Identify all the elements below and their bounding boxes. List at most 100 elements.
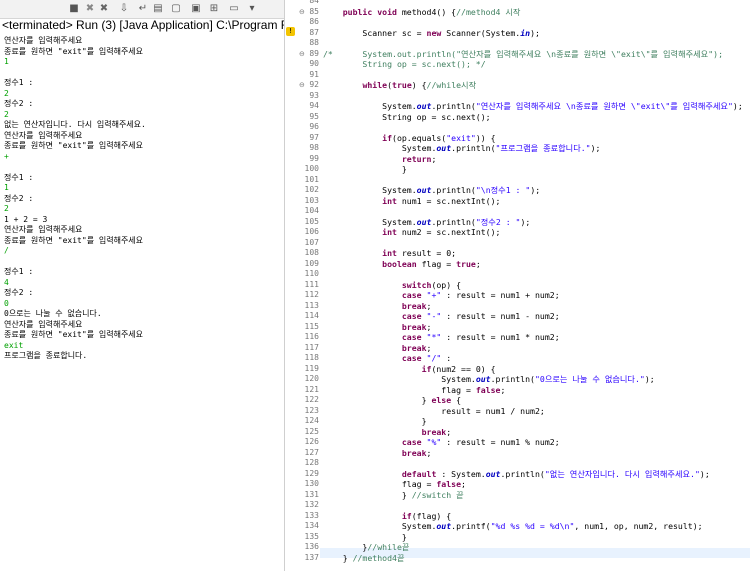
code-line[interactable]: case "+" : result = num1 + num2; <box>323 290 560 301</box>
code-line[interactable]: case "/" : <box>323 353 451 364</box>
line-number: 99 <box>309 153 319 163</box>
code-line[interactable]: Scanner sc = new Scanner(System.in); <box>323 28 540 39</box>
code-line[interactable]: break; <box>323 426 452 438</box>
code-token: System. <box>323 185 417 195</box>
code-line[interactable]: flag = false; <box>323 479 466 490</box>
code-line[interactable]: } <box>323 532 407 543</box>
code-token: : System. <box>436 468 486 479</box>
console-status: <terminated> Run (3) [Java Application] … <box>2 18 284 32</box>
code-line[interactable]: } //switch 끝 <box>323 490 464 501</box>
code-token: flag = <box>416 258 457 269</box>
console-output-line: 연산자를 입력해주세요 <box>4 225 83 234</box>
remove-all-icon[interactable]: ✖ <box>98 3 110 15</box>
code-token: "\n정수1 : " <box>475 185 531 195</box>
code-line[interactable]: default : System.out.println("없는 연산자입니다.… <box>323 469 710 480</box>
code-line[interactable]: int result = 0; <box>323 248 456 259</box>
code-token: flag = <box>323 384 476 395</box>
code-line[interactable]: result = num1 / num2; <box>323 406 545 417</box>
code-line[interactable]: return; <box>323 154 437 165</box>
display-selected-icon[interactable]: ▭ <box>228 3 240 15</box>
line-number: 136 <box>304 542 319 551</box>
code-line[interactable]: int num1 = sc.nextInt(); <box>323 196 500 207</box>
fold-toggle-icon[interactable]: ⊖ <box>299 8 305 16</box>
line-number: 97 <box>309 132 319 142</box>
code-token: ; <box>475 258 481 269</box>
stop-icon[interactable]: ■ <box>68 3 80 15</box>
show-console-icon[interactable]: ▢ <box>170 3 182 15</box>
remove-launch-icon[interactable]: ✖ <box>84 3 96 15</box>
code-line[interactable]: } else { <box>323 395 461 406</box>
line-number: 101 <box>304 174 319 184</box>
pin-icon[interactable]: ⊞ <box>208 3 220 15</box>
code-line[interactable]: case "%" : result = num1 % num2; <box>323 437 560 448</box>
console-toolbar: ■ ✖ ✖ ⇩ ↵ ▤ ▢ ▣ ⊞ ▭ ▾ <box>0 0 284 19</box>
code-token: else <box>431 395 452 405</box>
code-line[interactable]: break; <box>323 343 432 354</box>
code-line[interactable]: } //method4끝 <box>323 552 405 564</box>
code-line[interactable]: case "-" : result = num1 - num2; <box>323 311 560 322</box>
line-number: 100 <box>304 164 319 173</box>
code-line[interactable]: String op = sc.next(); <box>323 112 490 123</box>
code-line[interactable]: break; <box>323 447 432 459</box>
console-output-line: 정수1 : <box>4 78 34 87</box>
code-line[interactable]: } <box>323 416 427 427</box>
code-token: new <box>426 27 442 38</box>
code-line[interactable]: System.out.println("프로그램을 종료합니다."); <box>323 143 601 154</box>
console-output[interactable]: 연산자를 입력해주세요 종료를 원하면 "exit"를 입력해주세요 1 정수1 :2… <box>4 36 282 362</box>
code-token: } <box>323 552 353 563</box>
console-input-line: exit <box>4 340 24 350</box>
code-token: ; <box>446 426 452 437</box>
code-line[interactable]: boolean flag = true; <box>323 259 481 270</box>
line-number: 133 <box>304 510 319 520</box>
clear-console-icon[interactable]: ▤ <box>152 3 164 15</box>
code-token: : result = num1 * num2; <box>441 332 560 342</box>
code-line[interactable]: public void method4() {//method4 시작 <box>323 7 521 18</box>
code-token: "없는 연산자입니다. 다시 입력해주세요." <box>544 468 700 479</box>
code-line[interactable]: break; <box>323 301 432 312</box>
code-line[interactable]: } <box>323 164 407 175</box>
code-token: break <box>401 447 427 458</box>
code-token: false <box>436 479 462 489</box>
code-token: //method4끝 <box>352 552 405 563</box>
code-line[interactable]: while(true) {//while시작 <box>323 80 476 91</box>
scroll-lock-icon[interactable]: ⇩ <box>118 3 130 15</box>
warning-icon[interactable]: ! <box>286 27 295 36</box>
open-console-icon[interactable]: ▣ <box>190 3 202 15</box>
code-line[interactable]: System.out.printf("%d %s %d = %d\n", num… <box>323 521 703 532</box>
code-line[interactable]: flag = false; <box>323 385 505 396</box>
code-line[interactable]: String op = sc.next(); */ <box>323 59 485 70</box>
code-token: ); <box>530 185 541 195</box>
code-token: false <box>475 384 501 395</box>
console-output-line: 연산자를 입력해주세요 <box>4 319 83 329</box>
code-line[interactable]: break; <box>323 321 432 333</box>
menu-dropdown-icon[interactable]: ▾ <box>246 3 258 15</box>
code-line[interactable]: if(num2 == 0) { <box>323 364 496 375</box>
code-line[interactable]: System.out.println("연산자를 입력해주세요 \n종료를 원하… <box>323 101 743 112</box>
code-line[interactable]: int num2 = sc.nextInt(); <box>323 227 500 238</box>
line-number: 93 <box>309 90 319 100</box>
code-editor[interactable]: ! 84 85 86 87 88 89 90 91 92 93 94 95 96 97 98 99 100 101… <box>285 0 750 571</box>
code-line[interactable]: System.out.println("0으로는 나눌 수 없습니다."); <box>323 374 654 385</box>
code-token: } <box>323 531 407 542</box>
code-line[interactable]: if(flag) { <box>323 511 451 522</box>
code-line[interactable]: System.out.println("정수2 : "); <box>323 217 530 228</box>
word-wrap-icon[interactable]: ↵ <box>137 3 149 15</box>
fold-toggle-icon[interactable]: ⊖ <box>299 50 305 58</box>
code-line[interactable]: case "*" : result = num1 * num2; <box>323 332 560 343</box>
code-line[interactable]: System.out.println("\n정수1 : "); <box>323 185 540 196</box>
code-line[interactable]: if(op.equals("exit")) { <box>323 132 495 144</box>
code-token: case <box>401 437 422 447</box>
code-token: (op.equals( <box>392 132 447 143</box>
code-line[interactable]: }//while끝 <box>323 542 409 553</box>
code-token: ; <box>426 321 432 332</box>
code-line[interactable]: switch(op) { <box>323 280 461 291</box>
code-token: } <box>323 489 412 500</box>
fold-toggle-icon[interactable]: ⊖ <box>299 81 305 89</box>
code-line[interactable]: /* System.out.println("연산자를 입력해주세요 \n종료를… <box>323 49 723 60</box>
code-token: "%" <box>426 437 442 447</box>
